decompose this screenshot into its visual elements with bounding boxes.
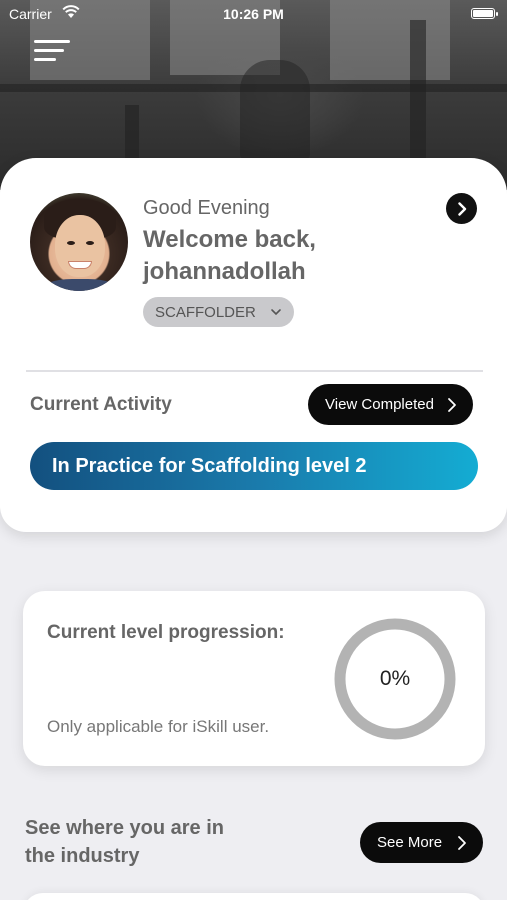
see-more-label: See More [377, 834, 443, 851]
greeting-text: Good Evening [143, 197, 270, 219]
industry-heading-line1: See where you are in [25, 817, 224, 839]
current-activity-banner[interactable]: In Practice for Scaffolding level 2 [30, 442, 478, 490]
current-activity-label: Current Activity [30, 394, 172, 415]
chevron-down-icon [271, 309, 281, 316]
role-label: SCAFFOLDER [155, 303, 256, 321]
menu-icon[interactable] [34, 40, 74, 66]
username: johannadollah [143, 258, 306, 285]
progression-note: Only applicable for iSkill user. [47, 717, 270, 736]
clock: 10:26 PM [223, 6, 284, 22]
chevron-right-icon [458, 836, 466, 850]
profile-next-button[interactable] [446, 193, 477, 224]
welcome-text: Welcome back, [143, 226, 316, 253]
view-completed-button[interactable]: View Completed [308, 384, 473, 425]
view-completed-label: View Completed [325, 396, 434, 413]
divider [26, 370, 483, 372]
role-dropdown[interactable]: SCAFFOLDER [143, 297, 294, 327]
industry-heading: See where you are in the industry [25, 814, 265, 870]
welcome-heading: Welcome back, johannadollah [143, 224, 403, 288]
profile-card: Good Evening Welcome back, johannadollah… [0, 158, 507, 532]
current-activity-text: In Practice for Scaffolding level 2 [52, 454, 367, 477]
industry-heading-line2: the industry [25, 845, 140, 867]
industry-card [23, 893, 485, 900]
progression-title: Current level progression: [47, 622, 285, 643]
level-progression-card: Current level progression: Only applicab… [23, 591, 485, 766]
status-bar: Carrier 10:26 PM [0, 0, 507, 28]
battery-icon [471, 8, 498, 19]
chevron-right-icon [448, 398, 456, 412]
avatar[interactable] [30, 193, 128, 291]
see-more-button[interactable]: See More [360, 822, 483, 863]
progress-percent: 0% [379, 667, 411, 690]
chevron-right-icon [457, 201, 466, 216]
